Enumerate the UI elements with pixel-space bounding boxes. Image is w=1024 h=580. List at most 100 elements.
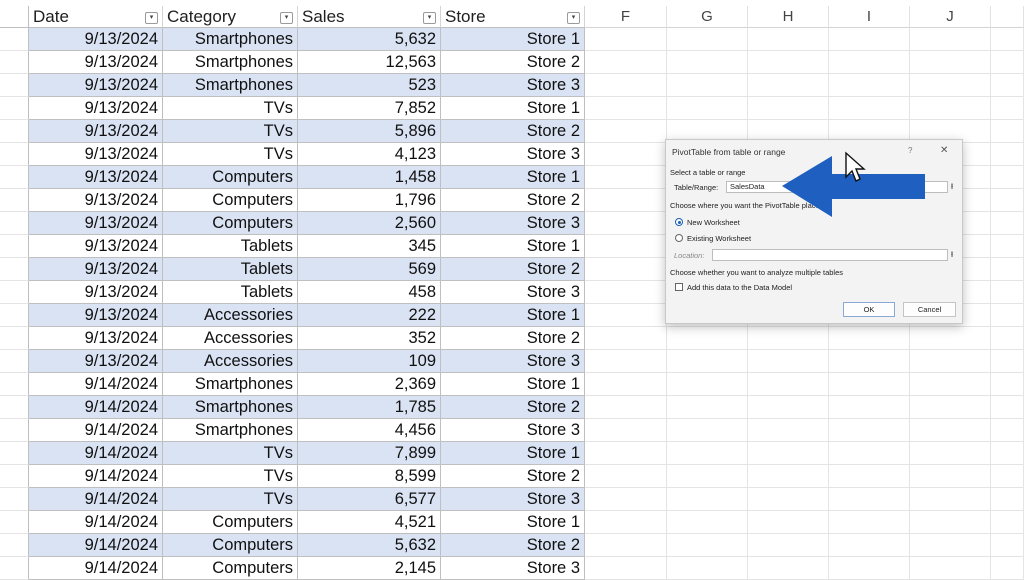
- empty-cell[interactable]: [585, 212, 667, 235]
- empty-cell[interactable]: [991, 166, 1024, 189]
- sales-cell[interactable]: 6,577: [298, 488, 441, 511]
- empty-cell[interactable]: [667, 419, 748, 442]
- category-cell[interactable]: Smartphones: [163, 74, 298, 97]
- empty-cell[interactable]: [667, 534, 748, 557]
- empty-cell[interactable]: [585, 74, 667, 97]
- empty-cell[interactable]: [991, 488, 1024, 511]
- store-cell[interactable]: Store 3: [441, 488, 585, 511]
- empty-cell[interactable]: [991, 189, 1024, 212]
- store-cell[interactable]: Store 3: [441, 419, 585, 442]
- empty-cell[interactable]: [585, 258, 667, 281]
- category-cell[interactable]: Smartphones: [163, 396, 298, 419]
- category-cell[interactable]: Tablets: [163, 281, 298, 304]
- empty-cell[interactable]: [991, 28, 1024, 51]
- empty-cell[interactable]: [991, 120, 1024, 143]
- header-store[interactable]: Store ▾: [441, 6, 585, 28]
- category-cell[interactable]: Tablets: [163, 235, 298, 258]
- date-cell[interactable]: 9/13/2024: [29, 281, 163, 304]
- category-cell[interactable]: TVs: [163, 97, 298, 120]
- empty-cell[interactable]: [910, 350, 991, 373]
- empty-cell[interactable]: [910, 534, 991, 557]
- empty-cell[interactable]: [991, 258, 1024, 281]
- empty-cell[interactable]: [585, 166, 667, 189]
- sales-cell[interactable]: 8,599: [298, 465, 441, 488]
- data-model-checkbox[interactable]: [675, 283, 683, 291]
- empty-cell[interactable]: [748, 465, 829, 488]
- date-cell[interactable]: 9/13/2024: [29, 189, 163, 212]
- store-cell[interactable]: Store 1: [441, 442, 585, 465]
- column-header-k[interactable]: [991, 6, 1024, 28]
- store-cell[interactable]: Store 2: [441, 189, 585, 212]
- column-header-f[interactable]: F: [585, 6, 667, 28]
- empty-cell[interactable]: [991, 442, 1024, 465]
- empty-cell[interactable]: [585, 327, 667, 350]
- date-cell[interactable]: 9/13/2024: [29, 327, 163, 350]
- date-cell[interactable]: 9/13/2024: [29, 212, 163, 235]
- date-cell[interactable]: 9/14/2024: [29, 534, 163, 557]
- store-cell[interactable]: Store 2: [441, 327, 585, 350]
- date-cell[interactable]: 9/14/2024: [29, 396, 163, 419]
- store-cell[interactable]: Store 3: [441, 143, 585, 166]
- date-cell[interactable]: 9/13/2024: [29, 74, 163, 97]
- empty-cell[interactable]: [748, 442, 829, 465]
- empty-cell[interactable]: [829, 28, 910, 51]
- empty-cell[interactable]: [829, 97, 910, 120]
- column-header-g[interactable]: G: [667, 6, 748, 28]
- empty-cell[interactable]: [585, 511, 667, 534]
- store-cell[interactable]: Store 1: [441, 28, 585, 51]
- store-cell[interactable]: Store 3: [441, 74, 585, 97]
- sales-cell[interactable]: 4,521: [298, 511, 441, 534]
- row-header[interactable]: [0, 419, 29, 442]
- empty-cell[interactable]: [667, 327, 748, 350]
- empty-cell[interactable]: [910, 419, 991, 442]
- store-cell[interactable]: Store 2: [441, 396, 585, 419]
- category-cell[interactable]: Smartphones: [163, 419, 298, 442]
- date-cell[interactable]: 9/13/2024: [29, 235, 163, 258]
- row-header[interactable]: [0, 488, 29, 511]
- empty-cell[interactable]: [748, 327, 829, 350]
- sales-cell[interactable]: 2,560: [298, 212, 441, 235]
- empty-cell[interactable]: [667, 51, 748, 74]
- empty-cell[interactable]: [829, 442, 910, 465]
- category-cell[interactable]: Computers: [163, 166, 298, 189]
- sales-cell[interactable]: 5,632: [298, 534, 441, 557]
- empty-cell[interactable]: [667, 465, 748, 488]
- filter-dropdown-icon[interactable]: ▾: [145, 12, 158, 24]
- empty-cell[interactable]: [667, 373, 748, 396]
- empty-cell[interactable]: [748, 511, 829, 534]
- empty-cell[interactable]: [748, 396, 829, 419]
- row-header[interactable]: [0, 97, 29, 120]
- category-cell[interactable]: Computers: [163, 511, 298, 534]
- column-header-h[interactable]: H: [748, 6, 829, 28]
- store-cell[interactable]: Store 3: [441, 212, 585, 235]
- empty-cell[interactable]: [585, 304, 667, 327]
- row-header[interactable]: [0, 28, 29, 51]
- empty-cell[interactable]: [991, 327, 1024, 350]
- existing-worksheet-radio[interactable]: [675, 234, 683, 242]
- empty-cell[interactable]: [829, 51, 910, 74]
- empty-cell[interactable]: [910, 396, 991, 419]
- empty-cell[interactable]: [585, 120, 667, 143]
- date-cell[interactable]: 9/13/2024: [29, 350, 163, 373]
- empty-cell[interactable]: [667, 350, 748, 373]
- sales-cell[interactable]: 2,145: [298, 557, 441, 580]
- store-cell[interactable]: Store 1: [441, 97, 585, 120]
- empty-cell[interactable]: [585, 419, 667, 442]
- ok-button[interactable]: OK: [843, 302, 895, 317]
- filter-dropdown-icon[interactable]: ▾: [423, 12, 436, 24]
- empty-cell[interactable]: [991, 235, 1024, 258]
- row-header[interactable]: [0, 235, 29, 258]
- date-cell[interactable]: 9/13/2024: [29, 97, 163, 120]
- empty-cell[interactable]: [585, 373, 667, 396]
- empty-cell[interactable]: [829, 327, 910, 350]
- empty-cell[interactable]: [910, 488, 991, 511]
- header-sales[interactable]: Sales ▾: [298, 6, 441, 28]
- header-category[interactable]: Category ▾: [163, 6, 298, 28]
- empty-cell[interactable]: [829, 488, 910, 511]
- store-cell[interactable]: Store 1: [441, 373, 585, 396]
- empty-cell[interactable]: [667, 28, 748, 51]
- sales-cell[interactable]: 1,796: [298, 189, 441, 212]
- empty-cell[interactable]: [991, 511, 1024, 534]
- category-cell[interactable]: Smartphones: [163, 373, 298, 396]
- cancel-button[interactable]: Cancel: [903, 302, 956, 317]
